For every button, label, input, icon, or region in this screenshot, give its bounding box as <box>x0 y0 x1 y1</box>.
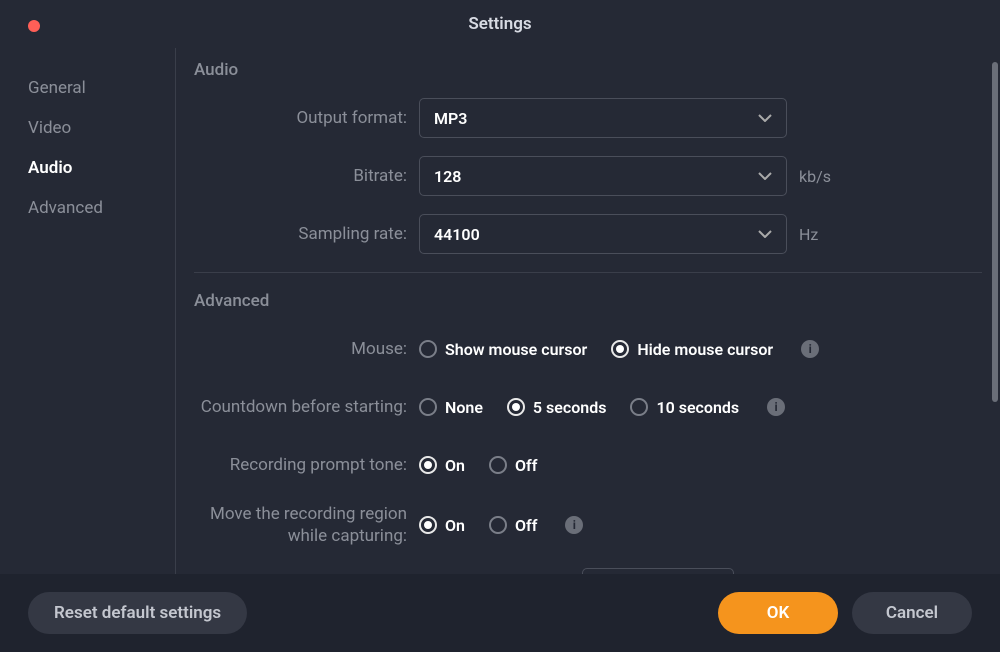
radio-label: On <box>445 516 465 535</box>
select-bitrate-value: 128 <box>434 167 461 186</box>
sidebar-item-advanced[interactable]: Advanced <box>28 198 175 218</box>
ok-button[interactable]: OK <box>718 592 838 634</box>
row-bitrate: Bitrate: 128 kb/s <box>194 156 982 196</box>
radio-hide-mouse-cursor[interactable]: Hide mouse cursor <box>611 340 773 359</box>
row-move-region: Move the recording region while capturin… <box>194 503 982 547</box>
chevron-down-icon <box>758 230 772 238</box>
scrollbar-thumb[interactable] <box>992 62 998 402</box>
radio-label: Off <box>515 456 537 475</box>
unit-bitrate: kb/s <box>799 167 831 186</box>
radio-icon <box>419 340 437 358</box>
info-icon[interactable]: i <box>767 398 785 416</box>
section-divider <box>194 272 982 273</box>
row-prompt-tone: Recording prompt tone: On Off <box>194 445 982 485</box>
radio-icon <box>630 398 648 416</box>
select-sampling-rate[interactable]: 44100 <box>419 214 787 254</box>
radio-icon <box>489 456 507 474</box>
row-sampling-rate: Sampling rate: 44100 Hz <box>194 214 982 254</box>
content-panel: Audio Output format: MP3 Bitrate: 128 kb… <box>175 48 1000 574</box>
radio-countdown-10-seconds[interactable]: 10 seconds <box>630 398 739 417</box>
sidebar-item-video[interactable]: Video <box>28 118 175 138</box>
section-title-advanced: Advanced <box>194 291 982 311</box>
row-output-format: Output format: MP3 <box>194 98 982 138</box>
radio-countdown-none[interactable]: None <box>419 398 483 417</box>
radio-icon <box>419 516 437 534</box>
radio-label: 5 seconds <box>533 398 607 417</box>
row-mouse: Mouse: Show mouse cursor Hide mouse curs… <box>194 329 982 369</box>
radio-group-prompt-tone: On Off <box>419 456 537 475</box>
radio-label: Hide mouse cursor <box>637 340 773 359</box>
radio-countdown-5-seconds[interactable]: 5 seconds <box>507 398 607 417</box>
radio-label: Show mouse cursor <box>445 340 587 359</box>
chevron-down-icon <box>758 172 772 180</box>
select-output-format[interactable]: MP3 <box>419 98 787 138</box>
radio-label: Off <box>515 516 537 535</box>
unit-sampling-rate: Hz <box>799 225 818 244</box>
window-title: Settings <box>468 14 531 34</box>
chevron-down-icon <box>758 114 772 122</box>
select-sampling-rate-value: 44100 <box>434 225 480 244</box>
footer: Reset default settings OK Cancel <box>0 574 1000 652</box>
sidebar: General Video Audio Advanced <box>0 48 175 574</box>
sidebar-item-general[interactable]: General <box>28 78 175 98</box>
cancel-button[interactable]: Cancel <box>852 592 972 634</box>
label-countdown: Countdown before starting: <box>194 396 419 418</box>
reset-default-settings-button[interactable]: Reset default settings <box>28 592 247 634</box>
info-icon[interactable]: i <box>565 516 583 534</box>
radio-icon <box>489 516 507 534</box>
label-output-format: Output format: <box>194 107 419 129</box>
label-bitrate: Bitrate: <box>194 165 419 187</box>
label-move-region: Move the recording region while capturin… <box>194 503 419 547</box>
titlebar: Settings <box>0 0 1000 48</box>
section-title-audio: Audio <box>194 60 982 80</box>
row-countdown: Countdown before starting: None 5 second… <box>194 387 982 427</box>
label-prompt-tone: Recording prompt tone: <box>194 454 419 476</box>
radio-group-mouse: Show mouse cursor Hide mouse cursor i <box>419 340 819 359</box>
close-window-button[interactable] <box>28 20 40 32</box>
radio-prompt-tone-off[interactable]: Off <box>489 456 537 475</box>
radio-label: None <box>445 398 483 417</box>
radio-icon <box>419 456 437 474</box>
sidebar-item-audio[interactable]: Audio <box>28 158 175 178</box>
select-bitrate[interactable]: 128 <box>419 156 787 196</box>
radio-show-mouse-cursor[interactable]: Show mouse cursor <box>419 340 587 359</box>
info-icon[interactable]: i <box>801 340 819 358</box>
radio-icon <box>611 340 629 358</box>
label-sampling-rate: Sampling rate: <box>194 223 419 245</box>
radio-group-move-region: On Off i <box>419 516 583 535</box>
radio-group-countdown: None 5 seconds 10 seconds i <box>419 398 785 417</box>
radio-move-region-off[interactable]: Off <box>489 516 537 535</box>
select-output-format-value: MP3 <box>434 109 467 128</box>
label-mouse: Mouse: <box>194 338 419 360</box>
radio-move-region-on[interactable]: On <box>419 516 465 535</box>
radio-label: On <box>445 456 465 475</box>
radio-icon <box>507 398 525 416</box>
radio-prompt-tone-on[interactable]: On <box>419 456 465 475</box>
radio-icon <box>419 398 437 416</box>
radio-label: 10 seconds <box>656 398 739 417</box>
row-hotkeys: Hotkeys: Start/Stop recording ⌘ 1 <box>194 565 982 574</box>
